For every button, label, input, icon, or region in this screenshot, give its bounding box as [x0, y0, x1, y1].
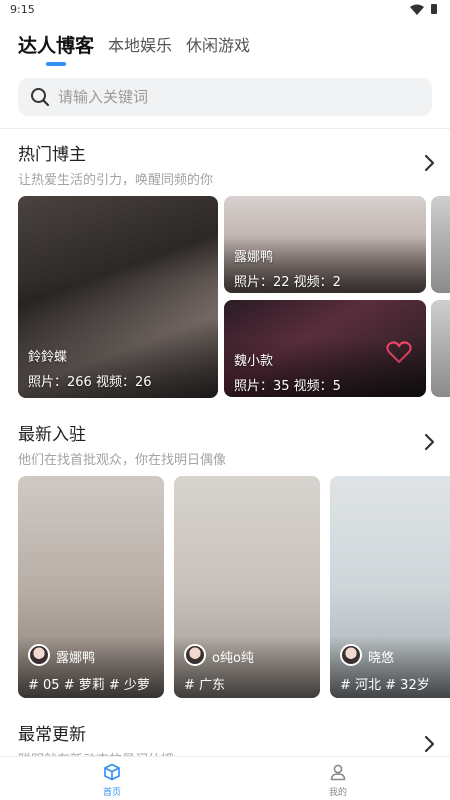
nav-label-home: 首页	[102, 788, 121, 798]
search-input[interactable]	[58, 88, 398, 106]
newcomer-card[interactable]: 晓悠 # 河北 # 32岁	[330, 476, 450, 698]
tab-talent-blog[interactable]: 达人博客	[18, 34, 94, 58]
avatar	[340, 644, 362, 666]
active-tab-indicator	[46, 62, 66, 66]
bottom-nav: 首页 我的	[0, 756, 450, 800]
newcomer-card[interactable]: 露娜鸭 # 05 # 萝莉 # 少萝	[18, 476, 164, 698]
app-screen: 9:15 达人博客 本地娱乐 休闲游戏 热门博主 让热爱生活的引力，唤醒同频的你…	[0, 0, 450, 800]
wifi-icon	[410, 4, 424, 15]
newcomer-name: 露娜鸭	[56, 651, 96, 666]
blogger-stats: 照片：22 视频：2	[234, 275, 341, 290]
person-icon	[330, 764, 346, 781]
blogger-stats: 照片：266 视频：26	[28, 375, 152, 390]
newcomer-tags: # 河北 # 32岁	[340, 678, 430, 693]
search-bar[interactable]	[18, 78, 432, 116]
avatar	[28, 644, 50, 666]
chevron-right-icon[interactable]	[423, 433, 435, 451]
search-icon	[31, 88, 50, 107]
blogger-name: 鈴鈴蝶	[28, 350, 68, 365]
tab-casual-games[interactable]: 休闲游戏	[186, 34, 250, 58]
status-bar: 9:15	[0, 0, 450, 20]
blogger-card[interactable]: 鈴鈴蝶 照片：266 视频：26	[18, 196, 218, 398]
nav-item-mine[interactable]: 我的	[318, 763, 358, 798]
blogger-name: 魏小款	[234, 354, 274, 369]
status-time: 9:15	[10, 3, 35, 16]
tab-local-entertainment[interactable]: 本地娱乐	[108, 34, 172, 58]
blogger-card[interactable]: 露娜鸭 照片：22 视频：2	[224, 196, 426, 293]
blogger-name: 露娜鸭	[234, 250, 274, 265]
nav-item-home[interactable]: 首页	[92, 763, 132, 798]
avatar	[184, 644, 206, 666]
newcomer-tags: # 广东	[184, 678, 226, 693]
section-title-hot-bloggers: 热门博主	[18, 145, 86, 165]
top-tabs: 达人博客 本地娱乐 休闲游戏	[18, 34, 264, 74]
blogger-card[interactable]: 魏小款 照片：35 视频：5	[224, 300, 426, 397]
newcomer-card[interactable]: o纯o纯 # 广东	[174, 476, 320, 698]
section-subtitle-newest: 他们在找首批观众，你在找明日偶像	[18, 453, 227, 468]
blogger-stats: 照片：35 视频：5	[234, 379, 341, 394]
newcomer-tags: # 05 # 萝莉 # 少萝	[28, 678, 150, 693]
section-title-most-updated: 最常更新	[18, 725, 86, 745]
blogger-card-partial[interactable]	[431, 300, 450, 397]
newcomer-name: 晓悠	[368, 651, 395, 666]
blogger-card-partial[interactable]	[431, 196, 450, 293]
section-title-newest: 最新入驻	[18, 425, 86, 445]
section-subtitle-hot-bloggers: 让热爱生活的引力，唤醒同频的你	[18, 173, 214, 188]
cube-icon	[104, 763, 120, 781]
nav-label-mine: 我的	[328, 788, 347, 798]
chevron-right-icon[interactable]	[423, 735, 435, 753]
battery-icon	[431, 4, 437, 14]
divider	[0, 128, 450, 129]
chevron-right-icon[interactable]	[423, 154, 435, 172]
newcomer-name: o纯o纯	[212, 651, 254, 666]
